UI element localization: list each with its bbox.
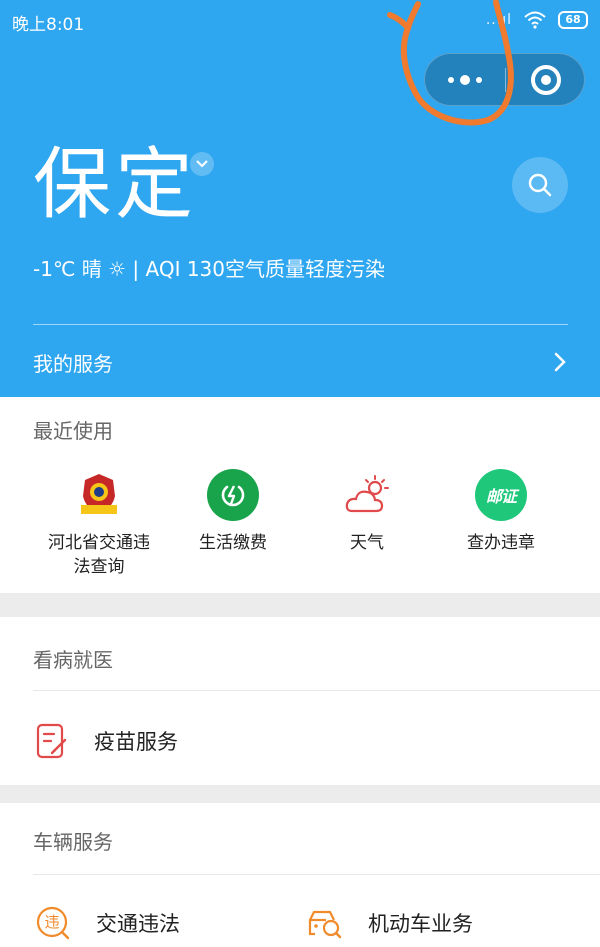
app-weather[interactable]: 天气 (292, 469, 442, 555)
traffic-violation-icon-text: 违 (44, 913, 60, 931)
search-icon (528, 173, 552, 197)
chevron-down-icon[interactable] (190, 152, 214, 176)
section-divider (33, 690, 600, 691)
header-divider (33, 324, 568, 325)
recent-section: 最近使用 河北省交通违 法查询 生活缴费 天气 邮证 查办违章 (0, 397, 600, 593)
search-button[interactable] (512, 157, 568, 213)
weather-icon (341, 469, 393, 521)
app-label: 生活缴费 (199, 533, 267, 553)
police-emblem-icon (73, 469, 125, 521)
app-label: 查办违章 (467, 533, 535, 553)
vehicle-business-item[interactable]: 机动车业务 (306, 903, 473, 943)
section-title: 最近使用 (33, 419, 113, 443)
target-icon (531, 64, 561, 95)
bill-payment-icon (207, 469, 259, 521)
my-services-link[interactable]: 我的服务 (0, 330, 600, 396)
battery-indicator: 68 (558, 11, 588, 29)
status-time: 晚上8:01 (12, 15, 85, 35)
app-label: 河北省交通违 法查询 (48, 533, 150, 577)
chevron-right-icon (554, 352, 566, 372)
service-label: 疫苗服务 (94, 730, 178, 754)
traffic-violation-item[interactable]: 违 交通违法 (36, 903, 180, 943)
header-panel: 晚上8:01 ...ıl 68 保定 -1℃ 晴 ☼ | AQI 130空气质量… (0, 0, 600, 397)
weather-summary: -1℃ 晴 ☼ | AQI 130空气质量轻度污染 (33, 257, 386, 281)
app-violation-check[interactable]: 邮证 查办违章 (426, 469, 576, 555)
vaccine-icon (36, 723, 67, 759)
app-label: 天气 (350, 533, 384, 553)
section-title: 车辆服务 (33, 830, 113, 854)
vehicle-business-icon (308, 910, 342, 939)
app-traffic-query[interactable]: 河北省交通违 法查询 (24, 469, 174, 579)
traffic-violation-icon: 违 (36, 906, 70, 940)
service-label: 机动车业务 (368, 912, 473, 936)
city-name[interactable]: 保定 (33, 137, 197, 233)
wifi-icon (524, 11, 546, 29)
hand-drawn-annotation (387, 0, 514, 126)
vaccine-service-item[interactable]: 疫苗服务 (36, 720, 178, 762)
section-divider (33, 874, 600, 875)
service-label: 交通违法 (96, 912, 180, 936)
section-title: 看病就医 (33, 648, 113, 672)
my-services-label: 我的服务 (33, 352, 113, 376)
app-bill-payment[interactable]: 生活缴费 (158, 469, 308, 555)
violation-icon: 邮证 (475, 469, 527, 521)
